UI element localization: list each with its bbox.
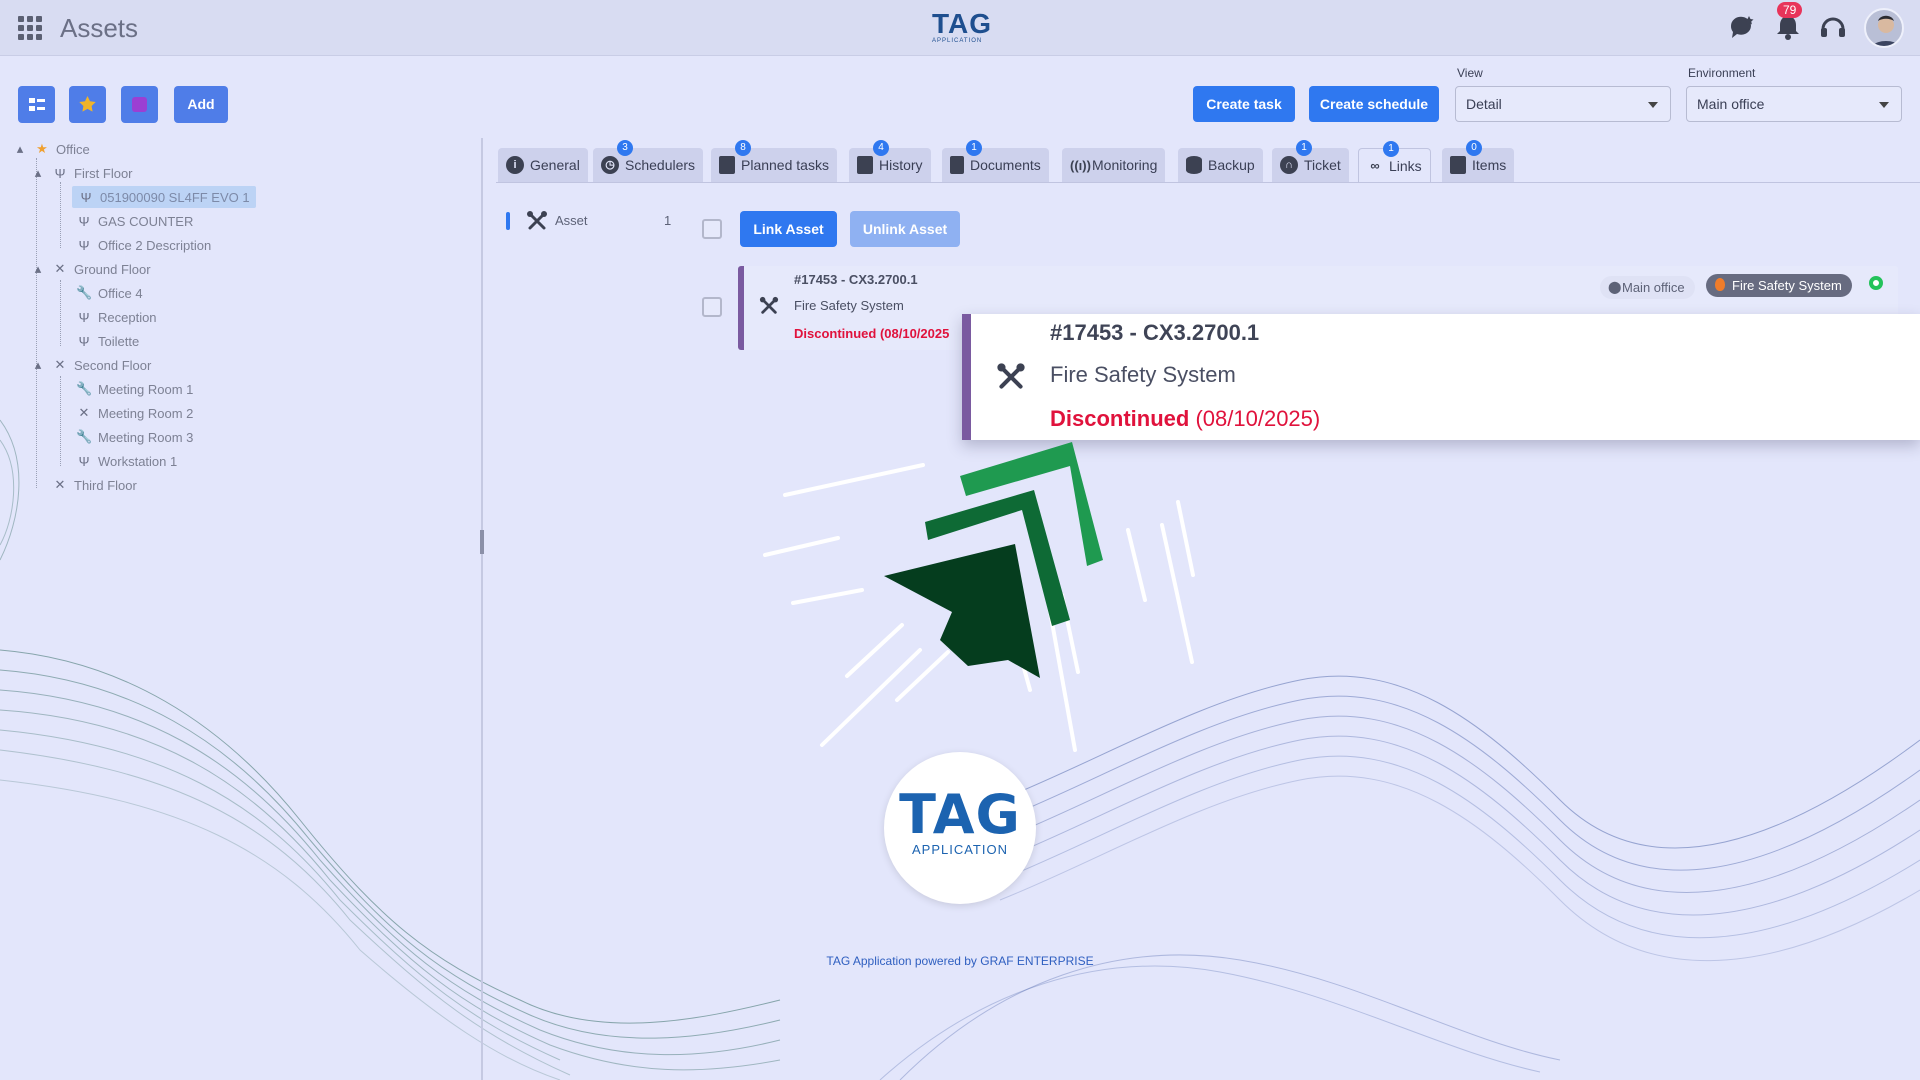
tag-application-logo: TAG APPLICATION bbox=[884, 752, 1036, 904]
cursor-arrows-graphic bbox=[763, 442, 1195, 752]
arrow-cursor-dark bbox=[884, 544, 1040, 678]
motion-line bbox=[783, 463, 925, 497]
motion-line bbox=[763, 536, 840, 557]
logo-text: TAG bbox=[899, 783, 1021, 846]
motion-line bbox=[791, 588, 864, 605]
motion-line bbox=[845, 623, 904, 678]
motion-line bbox=[1126, 528, 1147, 602]
motion-line bbox=[820, 648, 922, 747]
motion-line bbox=[1176, 500, 1195, 577]
motion-line bbox=[895, 650, 950, 702]
powered-by-footer[interactable]: TAG Application powered by GRAF ENTERPRI… bbox=[0, 954, 1920, 968]
